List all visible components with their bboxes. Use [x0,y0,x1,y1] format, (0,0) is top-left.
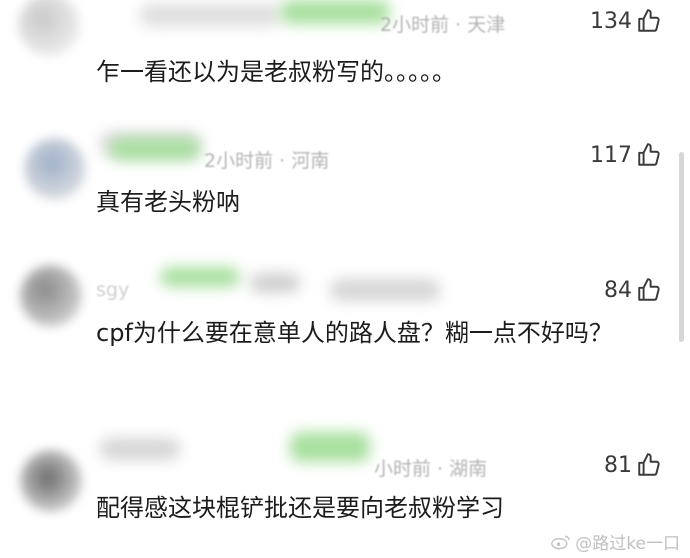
like-button[interactable]: 81 [604,452,662,478]
username-blurred [110,138,200,160]
thumbs-up-icon [638,9,660,32]
comment-meta: 2小时前 · 天津 [380,14,506,36]
username-blurred [280,0,390,24]
comment-item: sgy 84 cpf为什么要在意单人的路人盘？糊一点不好吗？ [0,245,690,420]
weibo-icon [551,535,570,549]
scrollbar[interactable] [679,152,684,342]
comment-item: 2小时前 · 河南 117 真有老头粉呐 [0,120,690,245]
thumbs-up-icon [638,143,660,166]
comment-meta: 小时前 · 湖南 [374,458,488,480]
avatar[interactable] [18,0,80,56]
username-blurred [290,432,370,462]
like-count: 117 [590,142,632,168]
comment-text: 配得感这块棍铲批还是要向老叔粉学习 [96,494,504,522]
comment-meta: sgy [96,279,130,301]
thumbs-up-icon [638,278,660,301]
comment-meta: 2小时前 · 河南 [204,150,330,172]
watermark: @路过ke一口 [551,529,680,554]
like-button[interactable]: 117 [590,142,662,168]
like-count: 84 [604,277,632,303]
username-blurred [160,267,240,287]
username-blurred [100,438,180,460]
comment-text: cpf为什么要在意单人的路人盘？糊一点不好吗？ [96,319,613,347]
comment-text: 真有老头粉呐 [96,188,240,216]
like-count: 81 [604,452,632,478]
username-blurred [330,279,440,301]
avatar[interactable] [20,265,82,327]
comment-text: 乍一看还以为是老叔粉写的。。。。。 [96,58,456,86]
watermark-text: @路过ke一口 [575,534,680,554]
avatar[interactable] [20,450,82,512]
like-button[interactable]: 84 [604,277,662,303]
username-blurred [250,273,300,293]
avatar[interactable] [24,138,86,200]
like-button[interactable]: 134 [590,8,662,34]
thumbs-up-icon [638,453,660,476]
like-count: 134 [590,8,632,34]
comment-item: 2小时前 · 天津 134 乍一看还以为是老叔粉写的。。。。。 [0,0,690,120]
username-blurred [140,4,280,26]
